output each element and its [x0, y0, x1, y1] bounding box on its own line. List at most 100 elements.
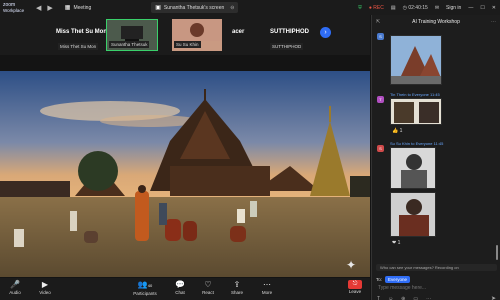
to-label: To: — [376, 277, 383, 282]
avatar: S — [377, 33, 384, 40]
audio-label: Audio — [9, 290, 21, 295]
chat-photo — [391, 99, 441, 124]
meeting-toolbar: 🎤 Audio ▶ Video 👥40 Participants 💬 Chat … — [0, 278, 370, 300]
video-button[interactable]: ▶ Video — [30, 280, 60, 295]
sparkle-icon: ✦ — [346, 258, 356, 272]
chat-photo — [391, 193, 435, 236]
tab-shared-screen-label: Sunantha Thetsuk's screen — [163, 4, 225, 11]
message-tools: T ☺ ⊕ ▭ ⋯ — [377, 296, 431, 300]
leave-icon: ⎋ — [348, 280, 362, 289]
more-options-icon[interactable]: ⋯ — [426, 296, 431, 300]
share-icon: ⇪ — [233, 280, 241, 289]
avatar: S — [377, 145, 384, 152]
recipient-select[interactable]: Everyone — [385, 276, 411, 283]
share-label: Share — [230, 290, 243, 295]
chat-image[interactable] — [390, 35, 442, 85]
chat-image[interactable] — [390, 192, 436, 237]
logo-line2: Workplace — [3, 7, 25, 13]
participant-name: SUTTHIPHOD — [270, 29, 309, 35]
people-icon: 👥40 — [137, 280, 153, 289]
close-tab-icon[interactable]: ⊖ — [230, 5, 234, 11]
leave-button[interactable]: ⎋ Leave — [340, 280, 370, 294]
avatar: T — [377, 96, 384, 103]
record-indicator[interactable]: ● REC — [369, 5, 384, 11]
minimize-icon[interactable]: — — [468, 5, 473, 11]
zoom-logo: zoom Workplace — [0, 2, 30, 13]
emoji-icon[interactable]: ☺ — [388, 296, 393, 300]
participant-strip: Miss Thet Su Mon Miss Thet Su Mon Sunant… — [0, 15, 370, 55]
participant-tile[interactable]: Miss Thet Su Mon Miss Thet Su Mon — [56, 19, 107, 51]
participant-tile[interactable]: SUTTHIPHOD SUTTHIPHOD — [270, 19, 318, 51]
participant-label: Miss Thet Su Mon — [58, 43, 99, 50]
react-button[interactable]: ♡ React — [193, 280, 223, 295]
chat-header: ⇱ AI Training Workshop ⋯ — [372, 15, 500, 29]
screenshot-icon[interactable]: ▭ — [413, 296, 418, 300]
participant-video — [172, 19, 222, 41]
shield-icon[interactable]: ⛨ — [358, 5, 362, 11]
maximize-icon[interactable]: ☐ — [480, 5, 484, 11]
participant-tile[interactable]: Su Su Khin — [172, 19, 222, 51]
chat-label: Chat — [175, 290, 185, 295]
participant-label: Su Su Khin — [174, 41, 201, 48]
clock-icon: ◷ 02:40:15 — [402, 4, 428, 11]
microphone-icon: 🎤 — [10, 280, 20, 289]
rec-label: REC — [373, 4, 384, 11]
participants-label: Participants — [133, 291, 157, 296]
leave-label: Leave — [348, 289, 362, 294]
chat-panel: ⇱ AI Training Workshop ⋯ S T Tin Thein t… — [371, 15, 500, 300]
popout-icon[interactable]: ⇱ — [376, 15, 380, 29]
chat-image[interactable] — [390, 98, 442, 125]
chat-button[interactable]: 💬 Chat — [165, 280, 195, 295]
title-bar: zoom Workplace ◀ ▶ ▦ Meeting ▣ Sunantha … — [0, 0, 500, 15]
share-button[interactable]: ⇪ Share — [222, 280, 252, 295]
chat-bubble-icon[interactable]: ✉ — [435, 5, 439, 11]
participant-name: acer — [232, 29, 245, 35]
more-label: More — [261, 290, 273, 295]
chat-photo — [391, 36, 441, 84]
participants-button[interactable]: 👥40 Participants — [130, 280, 160, 296]
close-window-icon[interactable]: ✕ — [492, 5, 496, 11]
participant-tile-active-speaker[interactable]: Sunantha Thetsuk — [106, 19, 158, 51]
heart-icon: ♡ — [204, 280, 212, 289]
more-icon: ⋯ — [263, 280, 271, 289]
visibility-note-text: Who can see your messages? Recording on — [380, 265, 459, 270]
reaction-badge[interactable]: ❤ 1 — [392, 240, 400, 246]
title-bar-right: ⛨ ● REC ▤ ◷ 02:40:15 ✉ Sign in — ☐ ✕ — [358, 0, 500, 15]
meeting-timer: 02:40:15 — [408, 4, 428, 11]
visibility-note[interactable]: Who can see your messages? Recording on — [376, 264, 497, 271]
zoom-window: zoom Workplace ◀ ▶ ▦ Meeting ▣ Sunantha … — [0, 0, 500, 300]
chat-title: AI Training Workshop — [412, 19, 460, 25]
shared-screen: ✦ — [0, 71, 370, 277]
more-button[interactable]: ⋯ More — [252, 280, 282, 295]
message-meta: Su Su Khin to Everyone 11:45 — [390, 141, 444, 146]
reaction-badge[interactable]: 👍 1 — [392, 128, 402, 134]
view-icon[interactable]: ▤ — [391, 5, 396, 11]
sign-in-button[interactable]: Sign in — [446, 5, 461, 11]
chat-options-icon[interactable]: ⋯ — [491, 15, 496, 29]
next-participants-button[interactable]: › — [320, 27, 331, 38]
audio-button[interactable]: 🎤 Audio — [0, 280, 30, 295]
message-input[interactable] — [378, 284, 488, 292]
chat-image[interactable] — [390, 147, 436, 189]
message-meta: Tin Thein to Everyone 11:45 — [390, 92, 440, 97]
shared-photo: ✦ — [0, 71, 370, 277]
send-icon[interactable]: ➤ — [491, 295, 496, 300]
format-icon[interactable]: T — [377, 296, 380, 300]
forward-icon[interactable]: ▶ — [47, 4, 52, 12]
participant-count: 40 — [147, 283, 153, 288]
back-icon[interactable]: ◀ — [36, 4, 41, 12]
video-label: Video — [39, 290, 51, 295]
participant-name: Miss Thet Su Mon — [56, 29, 107, 35]
tab-meeting-label: Meeting — [73, 4, 92, 11]
screen-share-icon: ▣ — [155, 5, 161, 11]
meeting-icon: ▦ — [64, 5, 71, 11]
react-label: React — [202, 290, 214, 295]
chat-photo — [391, 148, 435, 188]
participant-label: SUTTHIPHOD — [270, 43, 304, 50]
attach-icon[interactable]: ⊕ — [401, 296, 405, 300]
chat-scrollbar[interactable] — [496, 245, 498, 260]
tab-shared-screen[interactable]: ▣ Sunantha Thetsuk's screen ⊖ — [151, 2, 239, 13]
chat-icon: 💬 — [175, 280, 185, 289]
tab-meeting[interactable]: ▦ Meeting — [61, 2, 95, 13]
participant-tile[interactable]: acer — [232, 19, 272, 51]
